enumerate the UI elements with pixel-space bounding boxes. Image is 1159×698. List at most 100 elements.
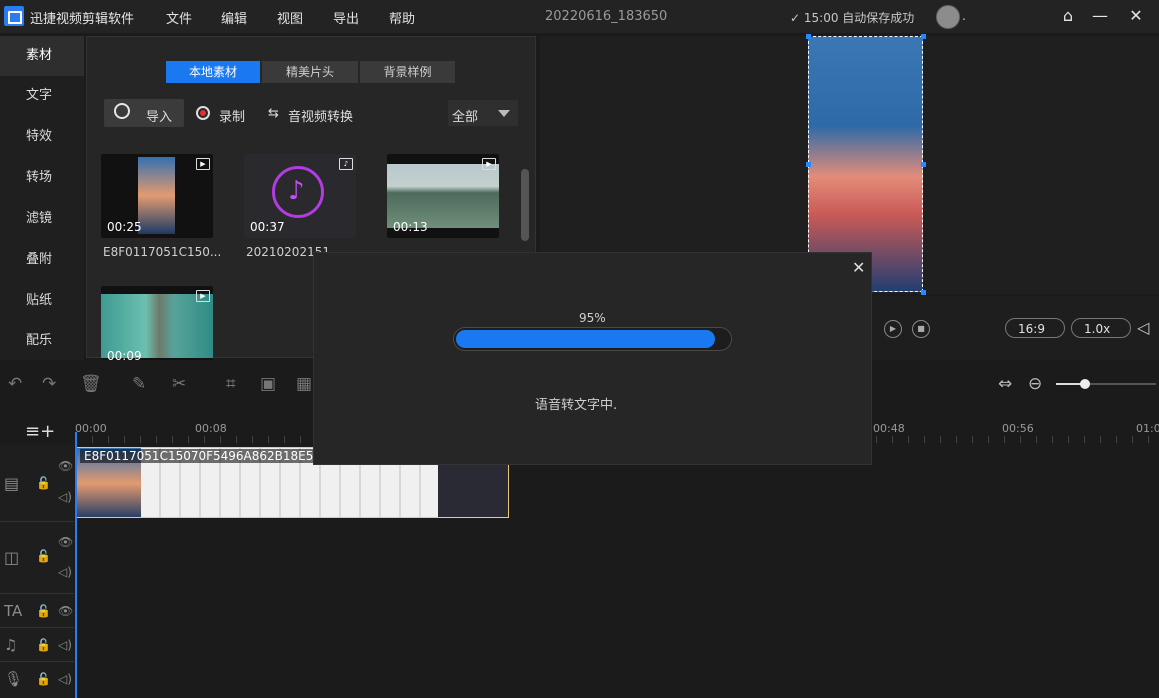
menu-edit[interactable]: 编辑 [221,8,247,27]
time-tick: 00:00 [75,422,107,435]
video-type-icon: ▶ [482,158,496,170]
video-track-icon: ▤ [4,474,20,493]
sidebar-item-stickers[interactable]: 贴纸 [0,281,84,321]
eye-icon[interactable]: 👁 [58,459,73,473]
volume-icon[interactable]: ◁) [58,490,72,504]
sidebar-item-transitions[interactable]: 转场 [0,158,84,198]
app-logo-icon [4,6,24,26]
playhead[interactable] [75,432,77,698]
media-scrollbar[interactable] [521,169,529,241]
menu-file[interactable]: 文件 [166,8,192,27]
resize-icon[interactable]: ▣ [260,374,276,394]
media-filter-value: 全部 [452,110,479,125]
eye-icon[interactable]: 👁 [58,604,73,618]
sidebar-item-effects[interactable]: 特效 [0,117,84,157]
audio-type-icon: ♪ [339,158,353,170]
import-icon [114,103,130,119]
user-name: . [962,9,966,23]
resize-handle[interactable] [921,34,926,39]
progress-fill [456,330,715,348]
sidebar-item-overlay[interactable]: 叠附 [0,240,84,280]
time-tick: 00:48 [873,422,905,435]
resize-handle[interactable] [921,162,926,167]
divider [0,521,74,522]
lock-icon[interactable]: 🔓 [36,476,51,490]
mosaic-icon[interactable]: ▦ [296,374,312,394]
delete-icon[interactable]: 🗑 [80,374,102,394]
minimize-button[interactable]: — [1090,6,1110,25]
sidebar-item-text[interactable]: 文字 [0,76,84,116]
close-icon[interactable]: ✕ [852,258,865,277]
stop-icon[interactable]: ■ [912,320,930,338]
edit-icon[interactable]: ✎ [132,374,146,394]
media-duration: 00:37 [250,220,285,234]
check-icon: ✓ [790,11,804,25]
resize-handle[interactable] [921,290,926,295]
zoom-slider-thumb[interactable] [1080,379,1090,389]
cut-icon[interactable]: ✂ [172,374,186,394]
home-icon[interactable]: ⌂ [1058,6,1078,25]
chevron-down-icon [498,110,510,117]
autosave-status: ✓ 15:00 自动保存成功 [790,9,914,26]
volume-icon[interactable]: ◁) [58,565,72,579]
play-icon[interactable]: ▶ [884,320,902,338]
undo-icon[interactable]: ↶ [8,374,22,394]
sidebar-item-music[interactable]: 配乐 [0,321,84,361]
divider [0,661,74,662]
convert-icon: ⇆ [268,106,279,121]
menu-export[interactable]: 导出 [333,8,359,27]
time-tick: 00:08 [195,422,227,435]
overlay-track-icon: ◫ [4,548,20,567]
clip-title: E8F0117051C15070F5496A862B18E5 [80,449,318,463]
resize-handle[interactable] [806,34,811,39]
menu-view[interactable]: 视图 [277,8,303,27]
lock-icon[interactable]: 🔓 [36,638,51,652]
lock-icon[interactable]: 🔓 [36,549,51,563]
progress-message: 语音转文字中. [535,398,618,413]
text-track-icon: TA [4,602,23,620]
music-track-icon: ♫ [4,636,18,654]
time-tick: 00:56 [1002,422,1034,435]
menu-help[interactable]: 帮助 [389,8,415,27]
eye-icon[interactable]: 👁 [58,535,73,549]
zoom-out-icon[interactable]: ⊖ [1028,374,1042,394]
media-duration: 00:25 [107,220,142,234]
import-label: 导入 [146,110,173,125]
video-type-icon: ▶ [196,290,210,302]
divider [0,593,74,594]
volume-icon[interactable]: ◁ [1137,318,1149,337]
divider [0,627,74,628]
convert-label[interactable]: 音视频转换 [288,106,353,125]
media-duration: 00:13 [393,220,428,234]
autosave-text: 15:00 自动保存成功 [803,11,915,25]
aspect-ratio-select[interactable]: 16:9 [1005,318,1065,338]
tab-background[interactable]: 背景样例 [360,61,455,83]
lock-icon[interactable]: 🔓 [36,604,51,618]
sidebar-item-filters[interactable]: 滤镜 [0,199,84,239]
user-avatar[interactable] [936,5,960,29]
speed-select[interactable]: 1.0x [1071,318,1131,338]
tab-local-media[interactable]: 本地素材 [166,61,260,83]
record-label[interactable]: 录制 [219,106,245,125]
crop-icon[interactable]: ⌗ [226,374,236,394]
video-type-icon: ▶ [196,158,210,170]
add-track-icon[interactable]: ≡+ [25,421,55,442]
app-name: 迅捷视频剪辑软件 [30,12,135,27]
close-button[interactable]: ✕ [1126,6,1146,25]
redo-icon[interactable]: ↷ [42,374,56,394]
speech-to-text-dialog [313,252,872,465]
time-tick: 01:04 [1136,422,1159,435]
volume-icon[interactable]: ◁) [58,638,72,652]
lock-icon[interactable]: 🔓 [36,672,51,686]
fit-icon[interactable]: ⇔ [998,374,1012,394]
progress-percent: 95% [579,311,606,325]
sidebar-item-material[interactable]: 素材 [0,36,84,76]
voice-track-icon: 🎙 [4,670,24,688]
resize-handle[interactable] [806,162,811,167]
media-filename: E8F0117051C150... [103,245,222,259]
tab-intro[interactable]: 精美片头 [262,61,358,83]
record-icon[interactable] [196,106,210,120]
project-name: 20220616_183650 [545,9,668,24]
volume-icon[interactable]: ◁) [58,672,72,686]
media-duration: 00:09 [107,349,142,363]
